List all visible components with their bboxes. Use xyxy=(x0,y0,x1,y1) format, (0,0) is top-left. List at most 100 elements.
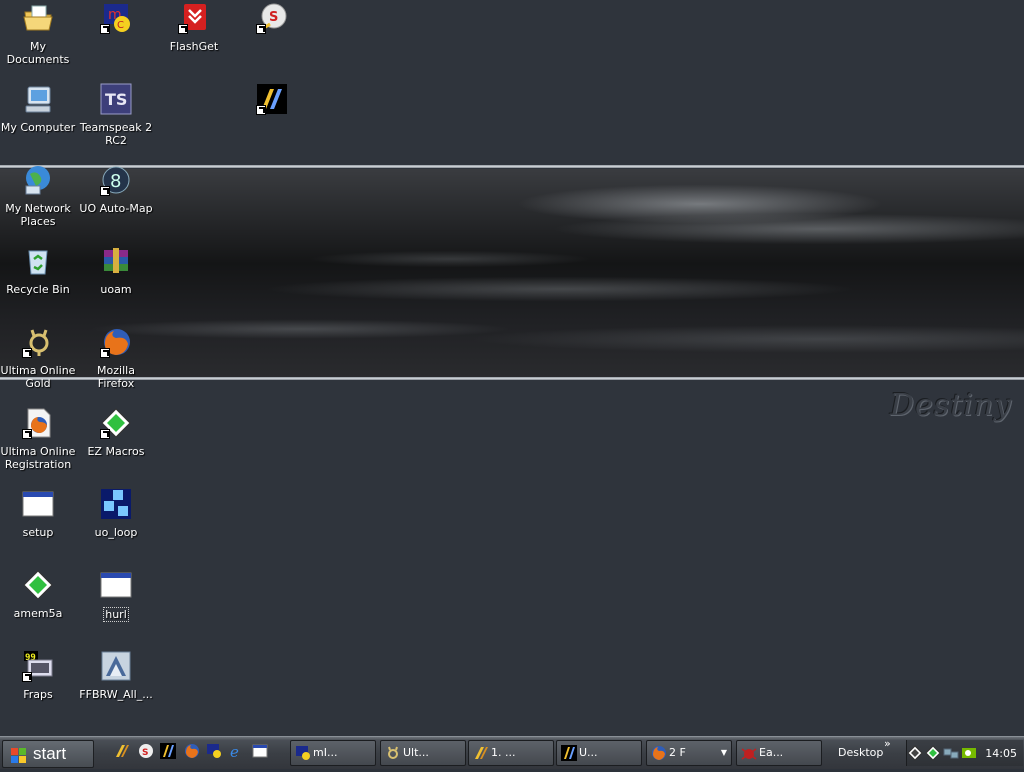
nvidia-tray-icon[interactable] xyxy=(961,745,977,761)
taskbar-button-spider[interactable]: Ea... xyxy=(736,740,822,766)
desktop-icon-uoam[interactable]: uoam xyxy=(78,245,154,296)
desktop-icon-mirc[interactable]: mC xyxy=(78,2,154,40)
flashget-icon xyxy=(178,2,210,34)
ez-macros-tray-icon[interactable] xyxy=(907,745,923,761)
uo-loop-icon xyxy=(100,488,132,520)
svg-text:S: S xyxy=(269,10,278,25)
task-label: Ea... xyxy=(759,746,784,759)
speed-icon[interactable]: S xyxy=(138,743,154,761)
desktop-icon-my-documents[interactable]: My Documents xyxy=(0,2,76,66)
icon-label: Fraps xyxy=(23,688,53,701)
desktop-icon-blue-shortcut[interactable] xyxy=(234,83,310,121)
ultima-icon[interactable] xyxy=(114,743,130,761)
fraps-icon: 99 xyxy=(22,650,54,682)
window-icon xyxy=(100,569,132,601)
start-button[interactable]: start xyxy=(2,740,94,768)
network-tray-icon[interactable] xyxy=(943,745,959,761)
icon-label: Ultima Online Registration xyxy=(0,445,76,471)
icon-label: Ultima Online Gold xyxy=(0,364,76,390)
desktop-icon-flashget[interactable]: FlashGet xyxy=(156,2,232,53)
task-label: mI... xyxy=(313,746,338,759)
icon-label: Mozilla Firefox xyxy=(97,364,135,390)
desktop-icon-firefox[interactable]: Mozilla Firefox xyxy=(78,326,154,390)
icon-label: My Computer xyxy=(0,121,76,134)
ez-macros-icon xyxy=(100,407,132,439)
recycle-bin-icon xyxy=(22,245,54,277)
window-icon[interactable] xyxy=(252,743,268,761)
desktop-toolbar-label[interactable]: Desktop xyxy=(838,746,883,759)
desktop-icon-uo-loop[interactable]: uo_loop xyxy=(78,488,154,539)
ez-macros-icon xyxy=(22,569,54,601)
icon-label: setup xyxy=(22,526,54,539)
dropdown-arrow-icon: ▼ xyxy=(720,748,727,757)
start-label: start xyxy=(33,744,67,763)
taskbar-button-firefox-group[interactable]: 2 F ▼ xyxy=(646,740,732,766)
taskbar-button-ultima[interactable]: 1. ... xyxy=(468,740,554,766)
icon-label: amem5a xyxy=(13,607,63,620)
desktop-icon-uo-gold[interactable]: Ultima Online Gold xyxy=(0,326,76,390)
uo-gold-icon xyxy=(385,745,401,761)
desktop-icon-uo-automap[interactable]: 8 UO Auto-Map xyxy=(78,164,154,215)
ie-icon[interactable]: e xyxy=(228,743,244,761)
desktop-icon-ez-macros[interactable]: EZ Macros xyxy=(78,407,154,458)
ultima-icon xyxy=(473,745,489,761)
desktop-icon-recycle-bin[interactable]: Recycle Bin xyxy=(0,245,76,296)
html-document-icon xyxy=(22,407,54,439)
toolbar-chevron-icon[interactable]: » xyxy=(884,737,891,750)
uo-automap-icon: 8 xyxy=(100,164,132,196)
taskbar-button-blue-app[interactable]: U... xyxy=(556,740,642,766)
desktop-icon-my-computer[interactable]: My Computer xyxy=(0,83,76,134)
desktop-icon-uo-registration[interactable]: Ultima Online Registration xyxy=(0,407,76,471)
icon-label: uoam xyxy=(100,283,132,296)
icon-label: Recycle Bin xyxy=(6,283,70,296)
icon-label: uo_loop xyxy=(94,526,138,539)
desktop-icon-amem5a[interactable]: amem5a xyxy=(0,569,76,620)
installer-icon xyxy=(100,650,132,682)
winrar-archive-icon xyxy=(100,245,132,277)
teamspeak-icon: TS xyxy=(100,83,132,115)
desktop-icon-network-places[interactable]: My Network Places xyxy=(0,164,76,228)
task-label: 2 F xyxy=(669,746,686,759)
task-label: Ult... xyxy=(403,746,429,759)
mirc-icon: mC xyxy=(100,2,132,34)
mirc-icon xyxy=(295,745,311,761)
icon-label: My Documents xyxy=(6,40,70,66)
clock[interactable]: 14:05 xyxy=(985,747,1017,760)
icon-label: FlashGet xyxy=(169,40,219,53)
icon-label: hurl xyxy=(103,607,129,622)
taskbar-button-uo-gold[interactable]: Ult... xyxy=(380,740,466,766)
mirc-icon[interactable] xyxy=(206,743,222,761)
folder-documents-icon xyxy=(22,2,54,34)
taskbar-button-mirc[interactable]: mI... xyxy=(290,740,376,766)
uo-gold-icon xyxy=(22,326,54,358)
spider-icon xyxy=(741,745,757,761)
windows-logo-icon xyxy=(11,746,27,763)
ez-macros-green-tray-icon[interactable] xyxy=(925,745,941,761)
blue-app-icon xyxy=(561,745,577,761)
wallpaper-logo: Destiny xyxy=(890,388,1013,423)
desktop-icon-setup[interactable]: setup xyxy=(0,488,76,539)
blue-app-icon[interactable] xyxy=(160,743,176,761)
desktop-icon-teamspeak[interactable]: TS Teamspeak 2 RC2 xyxy=(78,83,154,147)
blue-app-icon xyxy=(256,83,288,115)
task-label: U... xyxy=(579,746,598,759)
network-globe-icon xyxy=(22,164,54,196)
speed-icon: S xyxy=(256,2,288,34)
icon-label: FFBRW_All_... xyxy=(79,688,153,701)
taskbar: start S e mI... Ult... 1. ... U... 2 F ▼… xyxy=(0,736,1024,769)
desktop-icon-hurl[interactable]: hurl xyxy=(78,569,154,622)
icon-label: EZ Macros xyxy=(87,445,145,458)
firefox-icon[interactable] xyxy=(184,743,200,761)
desktop-icon-ffbrw[interactable]: FFBRW_All_... xyxy=(78,650,154,701)
svg-text:S: S xyxy=(142,748,148,758)
svg-text:C: C xyxy=(117,20,124,31)
system-tray: 14:05 xyxy=(906,740,1023,766)
icon-label: My Network Places xyxy=(5,202,71,228)
computer-icon xyxy=(22,83,54,115)
desktop-icon-speed-shortcut[interactable]: S xyxy=(234,2,310,40)
firefox-icon xyxy=(100,326,132,358)
task-label: 1. ... xyxy=(491,746,516,759)
firefox-icon xyxy=(651,745,667,761)
desktop-icon-fraps[interactable]: 99 Fraps xyxy=(0,650,76,701)
icon-label: Teamspeak 2 RC2 xyxy=(79,121,153,147)
